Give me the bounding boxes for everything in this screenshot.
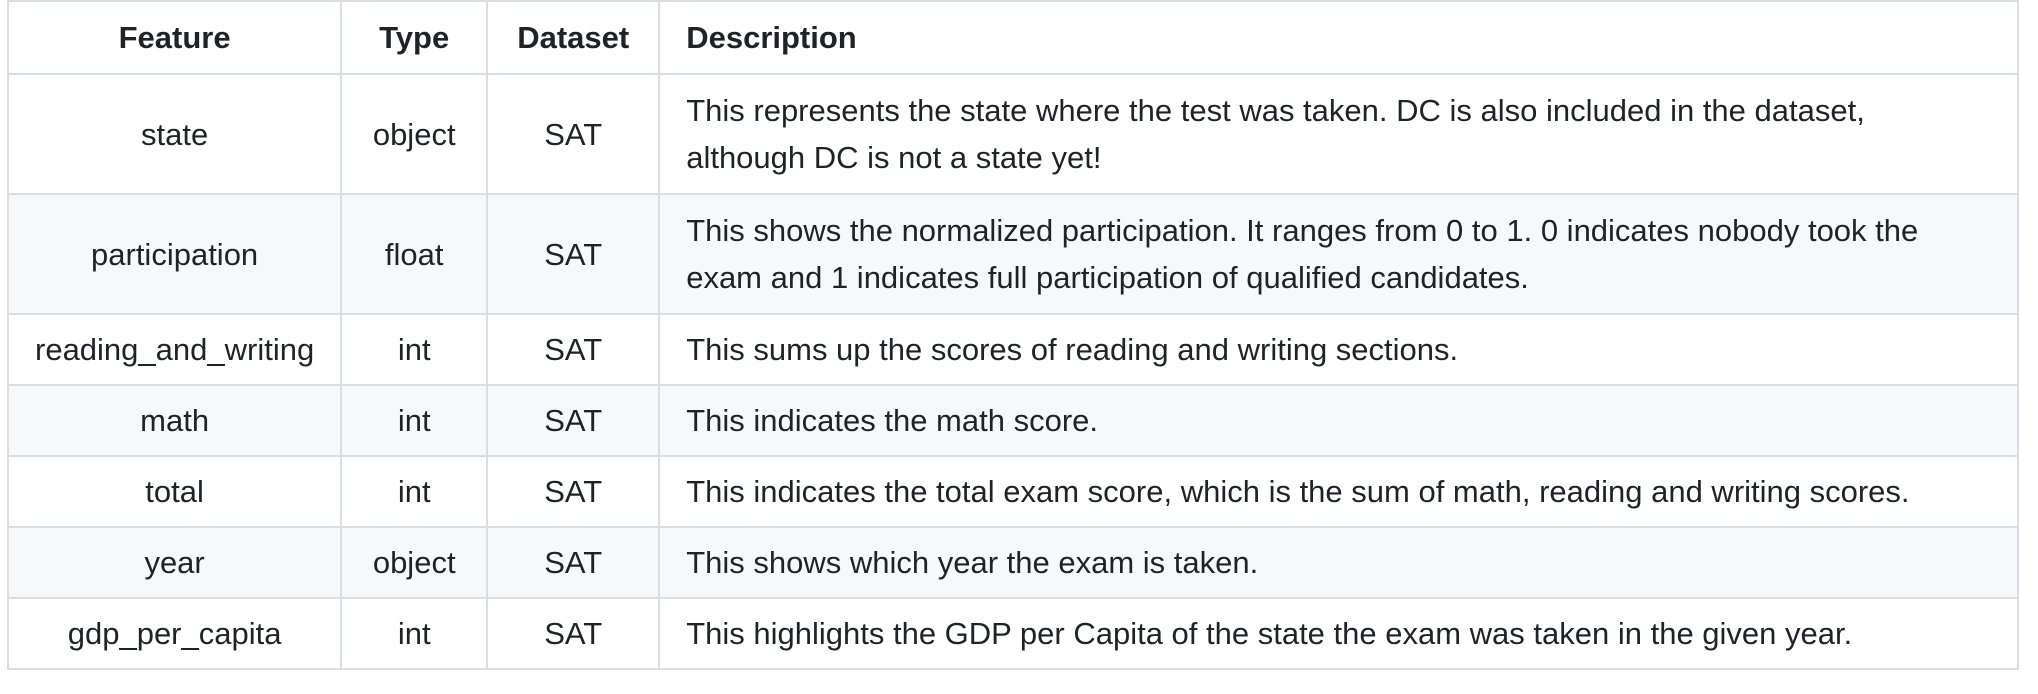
cell-feature: reading_and_writing bbox=[6, 313, 343, 386]
cell-type: object bbox=[340, 526, 489, 599]
header-description: Description bbox=[658, 0, 2020, 75]
header-feature: Feature bbox=[6, 0, 343, 75]
table-row: participation float SAT This shows the n… bbox=[6, 193, 2020, 315]
cell-dataset: SAT bbox=[486, 193, 661, 315]
cell-description: This sums up the scores of reading and w… bbox=[658, 313, 2020, 386]
cell-feature: participation bbox=[6, 193, 343, 315]
cell-description: This highlights the GDP per Capita of th… bbox=[658, 597, 2020, 670]
table-header-row: Feature Type Dataset Description bbox=[6, 0, 2020, 75]
cell-dataset: SAT bbox=[486, 313, 661, 386]
data-dictionary-table-container: Feature Type Dataset Description state o… bbox=[6, 0, 2020, 670]
cell-feature: math bbox=[6, 384, 343, 457]
cell-feature: total bbox=[6, 455, 343, 528]
table-row: reading_and_writing int SAT This sums up… bbox=[6, 313, 2020, 386]
cell-type: int bbox=[340, 384, 489, 457]
cell-feature: year bbox=[6, 526, 343, 599]
cell-feature: gdp_per_capita bbox=[6, 597, 343, 670]
cell-description: This shows which year the exam is taken. bbox=[658, 526, 2020, 599]
table-row: total int SAT This indicates the total e… bbox=[6, 455, 2020, 528]
cell-type: int bbox=[340, 597, 489, 670]
cell-dataset: SAT bbox=[486, 526, 661, 599]
cell-type: float bbox=[340, 193, 489, 315]
cell-description: This indicates the total exam score, whi… bbox=[658, 455, 2020, 528]
header-dataset: Dataset bbox=[486, 0, 661, 75]
cell-type: int bbox=[340, 313, 489, 386]
cell-description: This shows the normalized participation.… bbox=[658, 193, 2020, 315]
table-row: year object SAT This shows which year th… bbox=[6, 526, 2020, 599]
table-row: gdp_per_capita int SAT This highlights t… bbox=[6, 597, 2020, 670]
table-row: math int SAT This indicates the math sco… bbox=[6, 384, 2020, 457]
table-row: state object SAT This represents the sta… bbox=[6, 73, 2020, 195]
data-dictionary-table: Feature Type Dataset Description state o… bbox=[6, 0, 2020, 670]
cell-dataset: SAT bbox=[486, 597, 661, 670]
cell-dataset: SAT bbox=[486, 73, 661, 195]
cell-dataset: SAT bbox=[486, 455, 661, 528]
header-type: Type bbox=[340, 0, 489, 75]
cell-type: object bbox=[340, 73, 489, 195]
cell-feature: state bbox=[6, 73, 343, 195]
cell-dataset: SAT bbox=[486, 384, 661, 457]
cell-type: int bbox=[340, 455, 489, 528]
cell-description: This represents the state where the test… bbox=[658, 73, 2020, 195]
cell-description: This indicates the math score. bbox=[658, 384, 2020, 457]
